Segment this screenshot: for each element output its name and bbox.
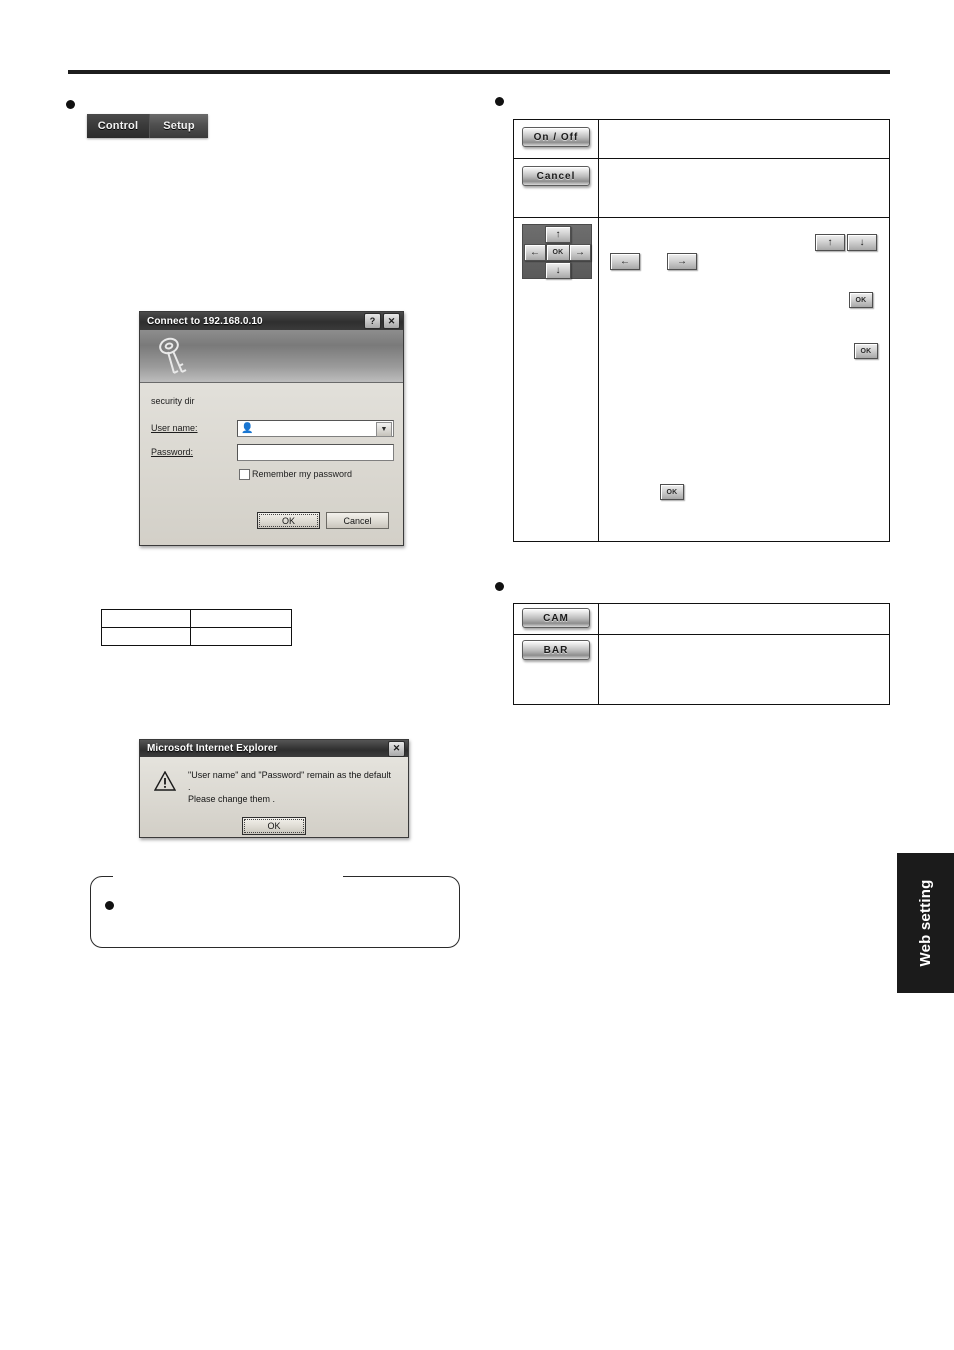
- table-cell-description: [598, 158, 890, 218]
- table-row: [101, 609, 292, 628]
- username-field[interactable]: 👤 ▼: [237, 420, 394, 437]
- inline-down-arrow-icon[interactable]: ↓: [847, 234, 877, 251]
- dpad-up-icon[interactable]: ↑: [545, 226, 571, 243]
- ie-alert-body: "User name" and "Password" remain as the…: [140, 757, 408, 836]
- source-button-table: CAM BAR: [513, 603, 890, 705]
- dpad-left-icon[interactable]: ←: [524, 244, 546, 261]
- on-off-button[interactable]: On / Off: [522, 127, 590, 147]
- table-row: CAM: [513, 603, 890, 635]
- table-row: BAR: [513, 634, 890, 705]
- table-cell-button: BAR: [513, 634, 599, 705]
- bullet-marker-right-2: [495, 582, 504, 591]
- bullet-marker-right-1: [495, 97, 504, 106]
- table-row: ↑ ← OK → ↓ ← → ↑ ↓ OK OK OK: [513, 217, 890, 542]
- table-cell-description: [598, 119, 890, 159]
- left-spec-table: [101, 609, 292, 646]
- tab-setup[interactable]: Setup: [150, 114, 208, 138]
- table-row: Cancel: [513, 158, 890, 218]
- control-button-table: On / Off Cancel ↑ ← OK → ↓ ← → ↑ ↓ OK OK…: [513, 119, 890, 542]
- table-row: On / Off: [513, 119, 890, 159]
- note-box-notch: [113, 874, 343, 880]
- connect-dialog: Connect to 192.168.0.10 ? ✕ security dir…: [139, 311, 404, 546]
- table-cell-dpad: ↑ ← OK → ↓: [513, 217, 599, 542]
- username-label: User name:: [151, 423, 198, 433]
- note-bullet-marker: [105, 901, 114, 910]
- bar-button-wrap[interactable]: BAR: [522, 640, 590, 660]
- table-cell: [101, 627, 191, 646]
- connect-dialog-banner: [140, 330, 403, 383]
- ie-alert-titlebar: Microsoft Internet Explorer ✕: [140, 740, 408, 757]
- connect-dialog-body: security dir User name: 👤 ▼ Password: Re…: [140, 383, 403, 545]
- inline-up-arrow-icon[interactable]: ↑: [815, 234, 845, 251]
- table-cell-description: ← → ↑ ↓ OK OK OK: [598, 217, 890, 542]
- page-header-rule: [68, 70, 890, 74]
- onoff-button-wrap[interactable]: On / Off: [522, 127, 590, 147]
- connect-dialog-titlebar: Connect to 192.168.0.10 ? ✕: [140, 312, 403, 330]
- user-icon: 👤: [241, 423, 254, 434]
- inline-ok-button-1[interactable]: OK: [849, 292, 873, 308]
- control-setup-tabbar[interactable]: Control Setup: [87, 114, 208, 138]
- password-field[interactable]: [237, 444, 394, 461]
- realm-label: security dir: [151, 396, 195, 406]
- close-icon[interactable]: ✕: [388, 740, 405, 757]
- table-cell: [190, 609, 292, 628]
- close-icon[interactable]: ✕: [383, 313, 400, 329]
- cam-button[interactable]: CAM: [522, 608, 590, 628]
- connect-dialog-title: Connect to 192.168.0.10: [147, 315, 263, 327]
- dpad-down-icon[interactable]: ↓: [545, 262, 571, 279]
- direction-pad[interactable]: ↑ ← OK → ↓: [522, 224, 592, 279]
- dpad-right-icon[interactable]: →: [569, 244, 591, 261]
- table-cell-description: [598, 634, 890, 705]
- ie-alert-message-line2: Please change them .: [188, 794, 276, 804]
- password-label: Password:: [151, 447, 194, 457]
- tab-control[interactable]: Control: [87, 114, 150, 138]
- manual-page: Control Setup Connect to 192.168.0.10 ? …: [0, 0, 954, 1350]
- table-cell-button: On / Off: [513, 119, 599, 159]
- ie-alert-ok-button[interactable]: OK: [242, 817, 306, 835]
- connect-cancel-button[interactable]: Cancel: [326, 512, 389, 529]
- ie-alert-title: Microsoft Internet Explorer: [147, 743, 278, 754]
- cancel-button-wrap[interactable]: Cancel: [522, 166, 590, 186]
- inline-left-arrow-icon[interactable]: ←: [610, 253, 640, 270]
- table-cell: [101, 609, 191, 628]
- keys-icon: [156, 335, 192, 379]
- ie-alert-dialog: Microsoft Internet Explorer ✕ "User name…: [139, 739, 409, 838]
- dpad-ok-button[interactable]: OK: [546, 244, 570, 261]
- table-cell-button: CAM: [513, 603, 599, 635]
- note-box: [90, 874, 460, 948]
- remember-password-label: Remember my password: [252, 469, 353, 479]
- table-row: [101, 627, 292, 646]
- ie-alert-message: "User name" and "Password" remain as the…: [188, 769, 393, 805]
- table-cell-button: Cancel: [513, 158, 599, 218]
- side-tab-label: Web setting: [917, 879, 934, 967]
- inline-ok-button-2[interactable]: OK: [854, 343, 878, 359]
- warning-icon: [153, 770, 177, 791]
- bar-button[interactable]: BAR: [522, 640, 590, 660]
- help-icon[interactable]: ?: [364, 313, 381, 329]
- inline-ok-button-3[interactable]: OK: [660, 484, 684, 500]
- chevron-down-icon[interactable]: ▼: [376, 422, 392, 437]
- bullet-marker-left-1: [66, 100, 75, 109]
- side-tab-web-setting: Web setting: [897, 853, 954, 993]
- table-cell: [190, 627, 292, 646]
- ie-alert-message-line1: "User name" and "Password" remain as the…: [188, 770, 391, 792]
- connect-ok-button[interactable]: OK: [257, 512, 320, 529]
- inline-right-arrow-icon[interactable]: →: [667, 253, 697, 270]
- cam-button-wrap[interactable]: CAM: [522, 608, 590, 628]
- cancel-button[interactable]: Cancel: [522, 166, 590, 186]
- remember-password-checkbox[interactable]: [239, 469, 250, 480]
- table-cell-description: [598, 603, 890, 635]
